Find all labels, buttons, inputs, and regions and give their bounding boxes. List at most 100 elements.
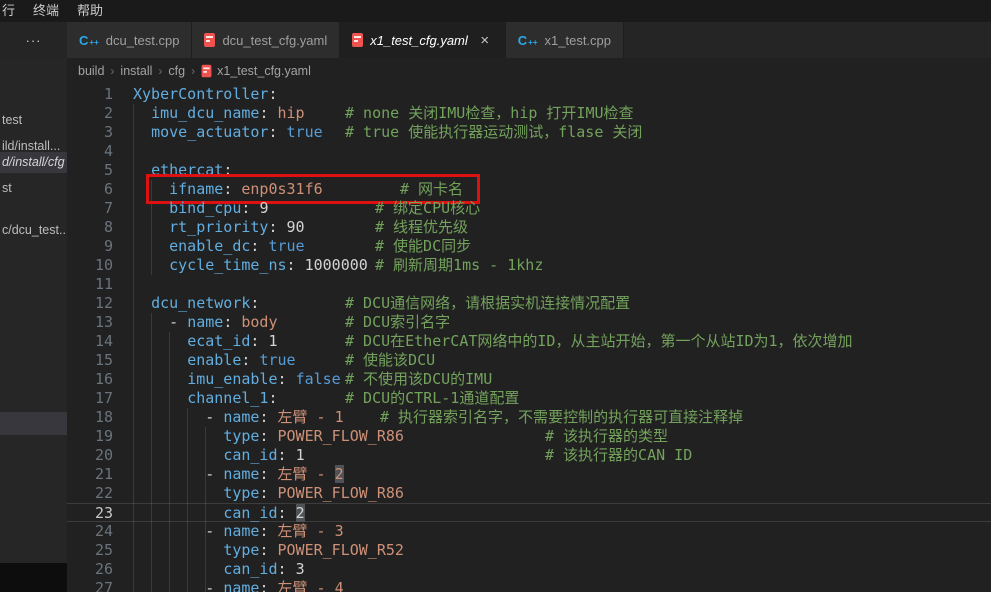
line-number: 20 (67, 446, 113, 465)
code-text: imu_enable: false (133, 370, 341, 389)
line-number: 15 (67, 351, 113, 370)
cpp-icon: C++ (518, 34, 538, 47)
code-line[interactable]: 26 can_id: 3 (67, 560, 991, 579)
yaml-icon (204, 33, 215, 47)
breadcrumb-item[interactable]: cfg (168, 64, 185, 78)
code-line[interactable]: 15 enable: true # 使能该DCU (67, 351, 991, 370)
code-line[interactable]: 14 ecat_id: 1# DCU在EtherCAT网络中的ID，从主站开始，… (67, 332, 991, 351)
list-item[interactable] (0, 412, 67, 435)
tab-label: x1_test_cfg.yaml (370, 33, 468, 48)
line-number: 3 (67, 123, 113, 142)
line-number: 19 (67, 427, 113, 446)
line-number: 4 (67, 142, 113, 161)
code-text: dcu_network: (133, 294, 259, 313)
line-number: 27 (67, 579, 113, 592)
code-text: XyberController: (133, 85, 278, 104)
code-line[interactable]: 7 bind_cpu: 9# 绑定CPU核心 (67, 199, 991, 218)
code-line[interactable]: 19 type: POWER_FLOW_R86 # 该执行器的类型 (67, 427, 991, 446)
line-number: 2 (67, 104, 113, 123)
code-comment: # 不使用该DCU的IMU (345, 370, 492, 389)
code-line[interactable]: 13 - name: body # DCU索引名字 (67, 313, 991, 332)
line-number: 23 (67, 504, 113, 523)
code-editor[interactable]: 1XyberController:2 imu_dcu_name: hip# no… (67, 84, 991, 592)
code-line[interactable]: 16 imu_enable: false# 不使用该DCU的IMU (67, 370, 991, 389)
sidebar-panel: testild/install...d/install/cfgstc/dcu_t… (0, 58, 67, 592)
code-text: can_id: 1 (133, 446, 305, 465)
chevron-right-icon: › (158, 64, 162, 78)
code-text: channel_1: (133, 389, 278, 408)
code-text: enable: true (133, 351, 296, 370)
code-text: can_id: 2 (133, 504, 305, 523)
code-text: rt_priority: 90 (133, 218, 305, 237)
code-text: - name: 左臂 - 4 (133, 579, 344, 592)
tab-x1_test.cpp[interactable]: C++ x1_test.cpp (506, 22, 624, 58)
code-line[interactable]: 2 imu_dcu_name: hip# none 关闭IMU检查，hip 打开… (67, 104, 991, 123)
code-comment: # DCU索引名字 (345, 313, 450, 332)
menu-bar: 行终端帮助 (0, 0, 991, 22)
code-line[interactable]: 3 move_actuator: true# true 使能执行器运动测试，fl… (67, 123, 991, 142)
line-number: 8 (67, 218, 113, 237)
menu-item-帮助[interactable]: 帮助 (68, 0, 112, 22)
code-line[interactable]: 24 - name: 左臂 - 3 (67, 522, 991, 541)
code-comment: # 线程优先级 (375, 218, 468, 237)
code-comment: # 执行器索引名字，不需要控制的执行器可直接注释掉 (380, 408, 743, 427)
tab-dcu_test_cfg.yaml[interactable]: dcu_test_cfg.yaml (192, 22, 340, 58)
list-item[interactable]: c/dcu_test... (0, 220, 67, 241)
code-line[interactable]: 4 (67, 142, 991, 161)
breadcrumb-file[interactable]: x1_test_cfg.yaml (217, 64, 311, 78)
line-number: 12 (67, 294, 113, 313)
line-number: 17 (67, 389, 113, 408)
code-text: - name: 左臂 - 2 (133, 465, 344, 484)
line-number: 13 (67, 313, 113, 332)
list-item[interactable]: test (0, 110, 67, 131)
code-text: type: POWER_FLOW_R86 (133, 427, 404, 446)
code-line[interactable]: 18 - name: 左臂 - 1# 执行器索引名字，不需要控制的执行器可直接注… (67, 408, 991, 427)
code-line[interactable]: 21 - name: 左臂 - 2 (67, 465, 991, 484)
list-item[interactable]: st (0, 178, 67, 199)
line-number: 24 (67, 522, 113, 541)
code-line[interactable]: 23 can_id: 2 (67, 503, 991, 522)
code-line[interactable]: 6 ifname: enp0s31f6# 网卡名 (67, 180, 991, 199)
code-text: type: POWER_FLOW_R52 (133, 541, 404, 560)
code-line[interactable]: 25 type: POWER_FLOW_R52 (67, 541, 991, 560)
code-comment: # 网卡名 (400, 180, 463, 199)
code-text: cycle_time_ns: 1000000 (133, 256, 368, 275)
code-line[interactable]: 22 type: POWER_FLOW_R86 (67, 484, 991, 503)
code-line[interactable]: 8 rt_priority: 90 # 线程优先级 (67, 218, 991, 237)
code-comment: # DCU在EtherCAT网络中的ID，从主站开始，第一个从站ID为1，依次增… (345, 332, 853, 351)
line-number: 18 (67, 408, 113, 427)
code-line[interactable]: 17 channel_1: # DCU的CTRL-1通道配置 (67, 389, 991, 408)
tab-overflow-ellipsis[interactable]: ··· (0, 22, 67, 58)
code-line[interactable]: 9 enable_dc: true# 使能DC同步 (67, 237, 991, 256)
yaml-icon (202, 65, 212, 78)
tab-dcu_test.cpp[interactable]: C++dcu_test.cpp (67, 22, 192, 58)
line-number: 5 (67, 161, 113, 180)
line-number: 26 (67, 560, 113, 579)
code-line[interactable]: 1XyberController: (67, 85, 991, 104)
line-number: 10 (67, 256, 113, 275)
code-comment: # DCU通信网络，请根据实机连接情况配置 (345, 294, 630, 313)
breadcrumb-item[interactable]: build (78, 64, 104, 78)
code-comment: # DCU的CTRL-1通道配置 (345, 389, 519, 408)
code-line[interactable]: 5 ethercat: (67, 161, 991, 180)
code-line[interactable]: 27 - name: 左臂 - 4 (67, 579, 991, 592)
code-comment: # 绑定CPU核心 (375, 199, 480, 218)
code-line[interactable]: 12 dcu_network: # DCU通信网络，请根据实机连接情况配置 (67, 294, 991, 313)
breadcrumb-item[interactable]: install (120, 64, 152, 78)
tab-x1_test_cfg.yaml[interactable]: x1_test_cfg.yaml × (340, 22, 506, 58)
tab-label: dcu_test_cfg.yaml (222, 33, 327, 48)
code-line[interactable]: 20 can_id: 1# 该执行器的CAN ID (67, 446, 991, 465)
code-comment: # 使能该DCU (345, 351, 435, 370)
code-comment: # 该执行器的类型 (545, 427, 668, 446)
tab-label: x1_test.cpp (545, 33, 612, 48)
code-line[interactable]: 11 (67, 275, 991, 294)
menu-item-终端[interactable]: 终端 (24, 0, 68, 22)
code-comment: # true 使能执行器运动测试，flase 关闭 (345, 123, 642, 142)
list-item[interactable]: d/install/cfg (0, 152, 67, 173)
editor-tab-bar: ··· C++dcu_test.cpp dcu_test_cfg.yaml x1_t… (0, 22, 991, 58)
menu-item-run[interactable]: 行 (0, 0, 24, 22)
close-icon[interactable]: × (477, 32, 493, 49)
code-text: - name: body (133, 313, 278, 332)
line-number: 11 (67, 275, 113, 294)
code-line[interactable]: 10 cycle_time_ns: 1000000# 刷新周期1ms - 1kh… (67, 256, 991, 275)
